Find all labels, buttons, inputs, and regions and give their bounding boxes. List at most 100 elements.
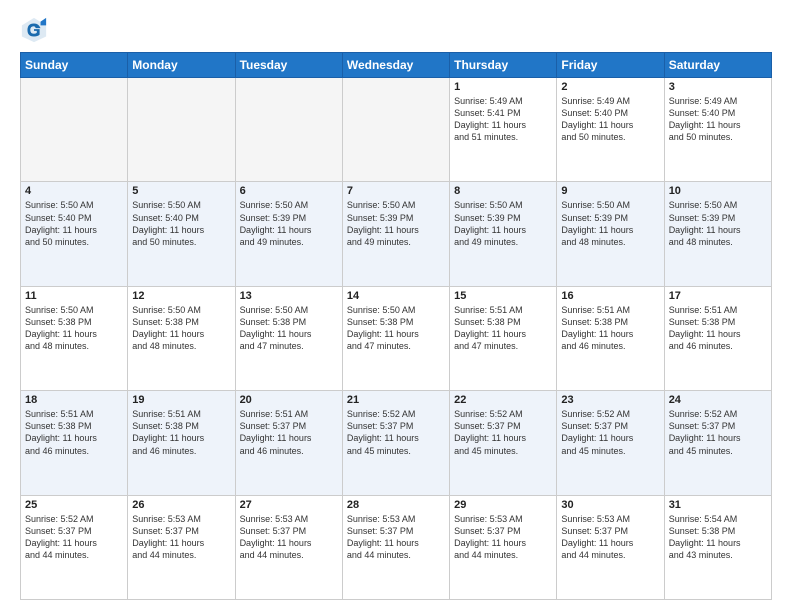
day-number: 10 <box>669 185 767 197</box>
day-info: Sunrise: 5:53 AM Sunset: 5:37 PM Dayligh… <box>561 513 659 562</box>
day-cell: 15 Sunrise: 5:51 AM Sunset: 5:38 PM Dayli… <box>450 286 557 390</box>
day-info: Sunrise: 5:50 AM Sunset: 5:39 PM Dayligh… <box>561 199 659 248</box>
day-number: 21 <box>347 394 445 406</box>
day-number: 15 <box>454 290 552 302</box>
day-info: Sunrise: 5:51 AM Sunset: 5:37 PM Dayligh… <box>240 408 338 457</box>
day-number: 16 <box>561 290 659 302</box>
day-number: 14 <box>347 290 445 302</box>
weekday-friday: Friday <box>557 53 664 78</box>
day-info: Sunrise: 5:52 AM Sunset: 5:37 PM Dayligh… <box>454 408 552 457</box>
day-info: Sunrise: 5:50 AM Sunset: 5:40 PM Dayligh… <box>25 199 123 248</box>
day-info: Sunrise: 5:51 AM Sunset: 5:38 PM Dayligh… <box>669 304 767 353</box>
day-number: 6 <box>240 185 338 197</box>
day-number: 1 <box>454 81 552 93</box>
day-number: 27 <box>240 499 338 511</box>
day-info: Sunrise: 5:50 AM Sunset: 5:39 PM Dayligh… <box>669 199 767 248</box>
day-number: 11 <box>25 290 123 302</box>
day-number: 25 <box>25 499 123 511</box>
day-cell: 10 Sunrise: 5:50 AM Sunset: 5:39 PM Dayli… <box>664 182 771 286</box>
day-info: Sunrise: 5:50 AM Sunset: 5:38 PM Dayligh… <box>25 304 123 353</box>
day-info: Sunrise: 5:53 AM Sunset: 5:37 PM Dayligh… <box>347 513 445 562</box>
day-cell: 9Sunrise: 5:50 AM Sunset: 5:39 PM Daylig… <box>557 182 664 286</box>
weekday-tuesday: Tuesday <box>235 53 342 78</box>
day-cell: 24 Sunrise: 5:52 AM Sunset: 5:37 PM Dayli… <box>664 391 771 495</box>
logo <box>20 16 52 44</box>
day-number: 7 <box>347 185 445 197</box>
day-cell: 28 Sunrise: 5:53 AM Sunset: 5:37 PM Dayli… <box>342 495 449 599</box>
day-info: Sunrise: 5:50 AM Sunset: 5:40 PM Dayligh… <box>132 199 230 248</box>
day-number: 2 <box>561 81 659 93</box>
day-cell: 13 Sunrise: 5:50 AM Sunset: 5:38 PM Dayli… <box>235 286 342 390</box>
day-info: Sunrise: 5:52 AM Sunset: 5:37 PM Dayligh… <box>25 513 123 562</box>
day-number: 20 <box>240 394 338 406</box>
day-number: 8 <box>454 185 552 197</box>
day-cell: 30Sunrise: 5:53 AM Sunset: 5:37 PM Dayli… <box>557 495 664 599</box>
day-cell: 20 Sunrise: 5:51 AM Sunset: 5:37 PM Dayli… <box>235 391 342 495</box>
weekday-saturday: Saturday <box>664 53 771 78</box>
day-info: Sunrise: 5:49 AM Sunset: 5:40 PM Dayligh… <box>561 95 659 144</box>
day-info: Sunrise: 5:54 AM Sunset: 5:38 PM Dayligh… <box>669 513 767 562</box>
page: SundayMondayTuesdayWednesdayThursdayFrid… <box>0 0 792 612</box>
day-cell: 22 Sunrise: 5:52 AM Sunset: 5:37 PM Dayli… <box>450 391 557 495</box>
day-cell: 8 Sunrise: 5:50 AM Sunset: 5:39 PM Daylig… <box>450 182 557 286</box>
week-row-3: 11 Sunrise: 5:50 AM Sunset: 5:38 PM Dayli… <box>21 286 772 390</box>
day-info: Sunrise: 5:53 AM Sunset: 5:37 PM Dayligh… <box>454 513 552 562</box>
day-info: Sunrise: 5:51 AM Sunset: 5:38 PM Dayligh… <box>132 408 230 457</box>
day-number: 26 <box>132 499 230 511</box>
day-cell: 27 Sunrise: 5:53 AM Sunset: 5:37 PM Dayli… <box>235 495 342 599</box>
day-info: Sunrise: 5:53 AM Sunset: 5:37 PM Dayligh… <box>132 513 230 562</box>
day-info: Sunrise: 5:52 AM Sunset: 5:37 PM Dayligh… <box>669 408 767 457</box>
day-info: Sunrise: 5:53 AM Sunset: 5:37 PM Dayligh… <box>240 513 338 562</box>
day-cell: 12Sunrise: 5:50 AM Sunset: 5:38 PM Dayli… <box>128 286 235 390</box>
day-number: 23 <box>561 394 659 406</box>
day-cell: 25 Sunrise: 5:52 AM Sunset: 5:37 PM Dayli… <box>21 495 128 599</box>
day-info: Sunrise: 5:50 AM Sunset: 5:38 PM Dayligh… <box>347 304 445 353</box>
day-number: 28 <box>347 499 445 511</box>
day-number: 18 <box>25 394 123 406</box>
day-info: Sunrise: 5:51 AM Sunset: 5:38 PM Dayligh… <box>561 304 659 353</box>
day-info: Sunrise: 5:50 AM Sunset: 5:39 PM Dayligh… <box>347 199 445 248</box>
day-cell: 6Sunrise: 5:50 AM Sunset: 5:39 PM Daylig… <box>235 182 342 286</box>
header <box>20 16 772 44</box>
day-cell: 23 Sunrise: 5:52 AM Sunset: 5:37 PM Dayli… <box>557 391 664 495</box>
day-cell: 19 Sunrise: 5:51 AM Sunset: 5:38 PM Dayli… <box>128 391 235 495</box>
day-cell: 3Sunrise: 5:49 AM Sunset: 5:40 PM Daylig… <box>664 78 771 182</box>
week-row-4: 18 Sunrise: 5:51 AM Sunset: 5:38 PM Dayli… <box>21 391 772 495</box>
weekday-monday: Monday <box>128 53 235 78</box>
day-cell: 1 Sunrise: 5:49 AM Sunset: 5:41 PM Daylig… <box>450 78 557 182</box>
day-info: Sunrise: 5:52 AM Sunset: 5:37 PM Dayligh… <box>561 408 659 457</box>
day-cell <box>342 78 449 182</box>
day-cell: 29 Sunrise: 5:53 AM Sunset: 5:37 PM Dayli… <box>450 495 557 599</box>
day-info: Sunrise: 5:51 AM Sunset: 5:38 PM Dayligh… <box>454 304 552 353</box>
weekday-thursday: Thursday <box>450 53 557 78</box>
day-cell <box>21 78 128 182</box>
day-cell: 5 Sunrise: 5:50 AM Sunset: 5:40 PM Daylig… <box>128 182 235 286</box>
day-info: Sunrise: 5:50 AM Sunset: 5:39 PM Dayligh… <box>454 199 552 248</box>
day-cell: 17 Sunrise: 5:51 AM Sunset: 5:38 PM Dayli… <box>664 286 771 390</box>
day-number: 5 <box>132 185 230 197</box>
week-row-1: 1 Sunrise: 5:49 AM Sunset: 5:41 PM Daylig… <box>21 78 772 182</box>
day-info: Sunrise: 5:49 AM Sunset: 5:41 PM Dayligh… <box>454 95 552 144</box>
day-number: 13 <box>240 290 338 302</box>
week-row-5: 25 Sunrise: 5:52 AM Sunset: 5:37 PM Dayli… <box>21 495 772 599</box>
day-number: 24 <box>669 394 767 406</box>
day-cell: 14 Sunrise: 5:50 AM Sunset: 5:38 PM Dayli… <box>342 286 449 390</box>
day-number: 17 <box>669 290 767 302</box>
weekday-wednesday: Wednesday <box>342 53 449 78</box>
day-cell: 26 Sunrise: 5:53 AM Sunset: 5:37 PM Dayli… <box>128 495 235 599</box>
day-info: Sunrise: 5:50 AM Sunset: 5:38 PM Dayligh… <box>240 304 338 353</box>
day-number: 22 <box>454 394 552 406</box>
day-info: Sunrise: 5:49 AM Sunset: 5:40 PM Dayligh… <box>669 95 767 144</box>
day-cell: 31 Sunrise: 5:54 AM Sunset: 5:38 PM Dayli… <box>664 495 771 599</box>
weekday-header-row: SundayMondayTuesdayWednesdayThursdayFrid… <box>21 53 772 78</box>
day-info: Sunrise: 5:51 AM Sunset: 5:38 PM Dayligh… <box>25 408 123 457</box>
day-cell <box>235 78 342 182</box>
day-number: 31 <box>669 499 767 511</box>
day-number: 29 <box>454 499 552 511</box>
day-info: Sunrise: 5:52 AM Sunset: 5:37 PM Dayligh… <box>347 408 445 457</box>
day-number: 19 <box>132 394 230 406</box>
day-cell <box>128 78 235 182</box>
week-row-2: 4Sunrise: 5:50 AM Sunset: 5:40 PM Daylig… <box>21 182 772 286</box>
day-cell: 16 Sunrise: 5:51 AM Sunset: 5:38 PM Dayli… <box>557 286 664 390</box>
day-cell: 21 Sunrise: 5:52 AM Sunset: 5:37 PM Dayli… <box>342 391 449 495</box>
